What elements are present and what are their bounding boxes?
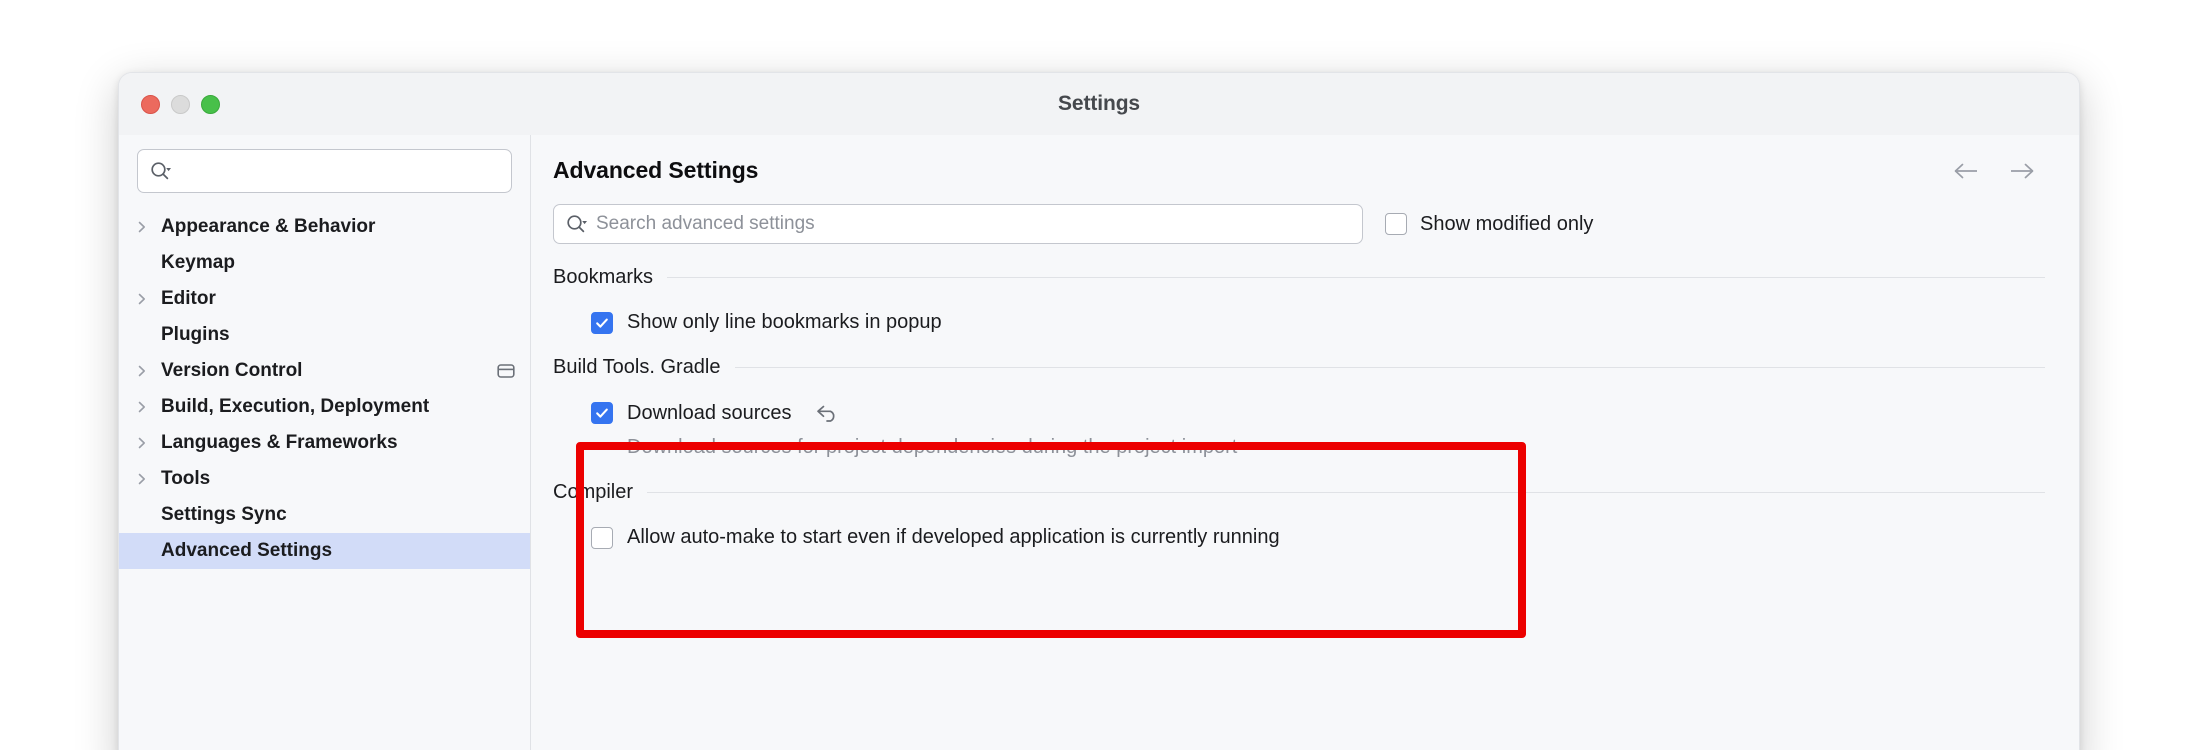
page-title: Advanced Settings	[553, 157, 759, 183]
sidebar-search-input[interactable]	[179, 160, 499, 182]
main-header: Advanced Settings	[531, 135, 2079, 184]
chevron-right-icon[interactable]	[135, 400, 161, 414]
section-divider	[667, 277, 2045, 278]
sidebar-item-label: Build, Execution, Deployment	[161, 396, 430, 417]
section-build-tools-gradle: Build Tools. Gradle Download sources Dow…	[531, 356, 2079, 459]
settings-body: Appearance & Behavior Keymap Editor Plug…	[119, 135, 2079, 750]
sidebar-item-version-control[interactable]: Version Control	[119, 353, 530, 389]
sidebar-item-label: Advanced Settings	[161, 540, 333, 561]
back-arrow-icon[interactable]	[1951, 160, 1981, 182]
section-header: Bookmarks	[553, 266, 2045, 289]
section-compiler: Compiler Allow auto-make to start even i…	[531, 481, 2079, 549]
window-title: Settings	[1057, 92, 1141, 115]
search-icon	[566, 214, 588, 234]
sidebar-item-label: Keymap	[161, 252, 235, 273]
minimize-window-button[interactable]	[171, 94, 190, 114]
download-sources-checkbox[interactable]	[591, 402, 613, 424]
download-sources-description: Download sources for project dependencie…	[627, 436, 1238, 458]
setting-label: Show only line bookmarks in popup	[627, 311, 942, 333]
revert-icon[interactable]	[814, 401, 842, 425]
sidebar-item-build-execution-deployment[interactable]: Build, Execution, Deployment	[119, 389, 530, 425]
sidebar-item-label: Plugins	[161, 324, 230, 345]
nav-arrows	[1951, 160, 2045, 182]
sidebar-item-editor[interactable]: Editor	[119, 281, 530, 317]
window-titlebar: Settings	[119, 73, 2079, 135]
section-title: Bookmarks	[553, 266, 654, 288]
sidebar-item-settings-sync[interactable]: Settings Sync	[119, 497, 530, 533]
section-title: Compiler	[553, 481, 634, 503]
close-window-button[interactable]	[141, 94, 160, 114]
sidebar-search-container	[119, 135, 530, 193]
section-bookmarks: Bookmarks Show only line bookmarks in po…	[531, 266, 2079, 334]
sidebar-item-label: Tools	[161, 468, 211, 489]
sidebar-item-list: Appearance & Behavior Keymap Editor Plug…	[119, 209, 530, 569]
search-icon	[150, 161, 172, 181]
setting-label: Download sources	[627, 401, 792, 424]
show-modified-only-checkbox[interactable]	[1385, 213, 1407, 235]
sidebar-item-label: Appearance & Behavior	[161, 216, 376, 237]
sidebar-item-tools[interactable]: Tools	[119, 461, 530, 497]
sidebar-item-label: Version Control	[161, 360, 303, 381]
show-modified-only-toggle[interactable]: Show modified only	[1385, 213, 1593, 236]
sidebar-item-advanced-settings[interactable]: Advanced Settings	[119, 533, 530, 569]
traffic-lights	[141, 73, 220, 135]
section-header: Compiler	[553, 481, 2045, 504]
panel-icon[interactable]	[496, 362, 516, 380]
chevron-right-icon[interactable]	[135, 436, 161, 450]
advanced-settings-search-box[interactable]	[553, 204, 1363, 244]
settings-main-pane: Advanced Settings Search advanced settin…	[531, 135, 2079, 750]
settings-window: Settings Appearance & Behavior Keymap Ed…	[118, 72, 2080, 750]
advanced-settings-search-input[interactable]	[596, 213, 1350, 235]
chevron-right-icon[interactable]	[135, 472, 161, 486]
section-title: Build Tools. Gradle	[553, 356, 721, 378]
advanced-search-row: Show modified only	[531, 184, 2079, 244]
sidebar-item-label: Settings Sync	[161, 504, 287, 525]
section-divider	[647, 492, 2045, 493]
setting-label: Allow auto-make to start even if develop…	[627, 526, 1280, 548]
sidebar-item-label: Editor	[161, 288, 216, 309]
section-header: Build Tools. Gradle	[553, 356, 2045, 379]
setting-download-sources[interactable]: Download sources	[553, 401, 2045, 425]
sidebar-item-appearance-behavior[interactable]: Appearance & Behavior	[119, 209, 530, 245]
chevron-right-icon[interactable]	[135, 292, 161, 306]
sidebar-item-plugins[interactable]: Plugins	[119, 317, 530, 353]
sidebar-item-label: Languages & Frameworks	[161, 432, 398, 453]
allow-auto-make-checkbox[interactable]	[591, 526, 613, 549]
show-modified-only-label: Show modified only	[1420, 212, 1594, 235]
section-divider	[734, 367, 2045, 368]
sidebar-item-keymap[interactable]: Keymap	[119, 245, 530, 281]
show-only-line-bookmarks-checkbox[interactable]	[591, 311, 613, 334]
chevron-right-icon[interactable]	[135, 220, 161, 234]
chevron-right-icon[interactable]	[135, 364, 161, 378]
setting-allow-auto-make[interactable]: Allow auto-make to start even if develop…	[553, 526, 2045, 549]
forward-arrow-icon[interactable]	[2007, 160, 2037, 182]
settings-sidebar: Appearance & Behavior Keymap Editor Plug…	[119, 135, 531, 750]
desktop-backdrop: Settings Appearance & Behavior Keymap Ed…	[0, 0, 2188, 750]
sidebar-search-box[interactable]	[137, 149, 512, 193]
maximize-window-button[interactable]	[201, 94, 220, 114]
setting-show-only-line-bookmarks[interactable]: Show only line bookmarks in popup	[553, 311, 2045, 334]
sidebar-item-languages-frameworks[interactable]: Languages & Frameworks	[119, 425, 530, 461]
